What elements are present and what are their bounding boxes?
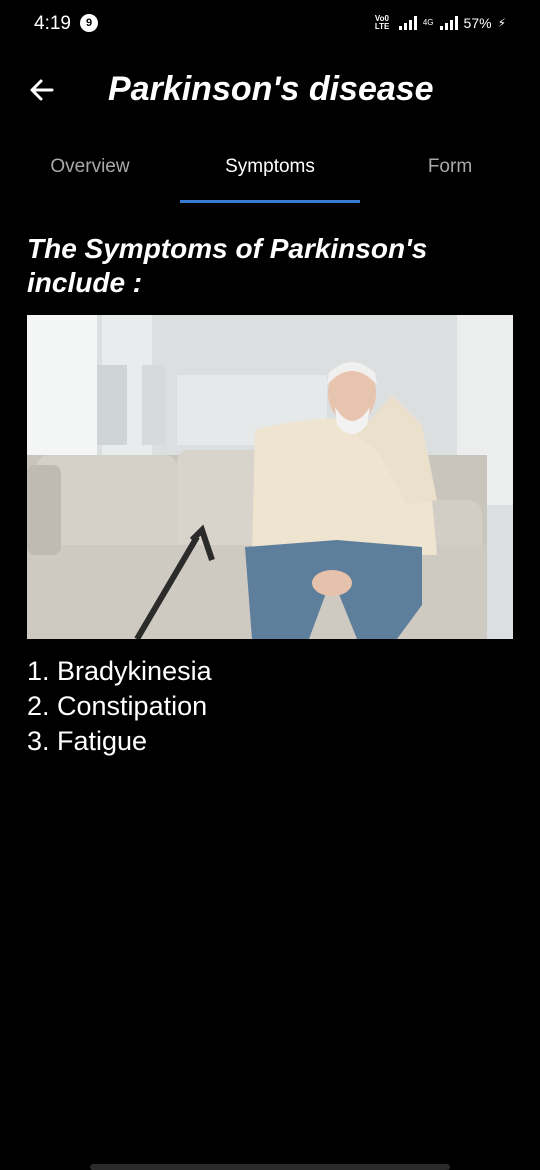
notification-badge: 9: [80, 14, 98, 32]
symptoms-photo: [27, 315, 513, 639]
arrow-left-icon: [30, 79, 54, 101]
tab-form[interactable]: Form: [360, 146, 540, 206]
app-bar: Parkinson's disease: [0, 56, 540, 128]
list-item: 3. Fatigue: [27, 726, 148, 756]
charging-icon: ⚡: [497, 16, 506, 30]
tab-symptoms[interactable]: Symptoms: [180, 146, 360, 206]
status-bar: 4:19 9 Vo0 LTE 4G 57% ⚡: [0, 0, 540, 48]
tab-overview[interactable]: Overview: [0, 146, 180, 206]
section-heading: The Symptoms of Parkinson's include :: [27, 233, 428, 298]
network-type-icon: 4G: [422, 18, 434, 27]
battery-text: 57%: [463, 15, 492, 31]
list-item: 1. Bradykinesia: [27, 656, 212, 686]
symptom-list: 1. Bradykinesia 2. Constipation 3. Fatig…: [27, 654, 212, 759]
gesture-nav-bar[interactable]: [90, 1164, 450, 1170]
signal-icon: [398, 16, 417, 30]
signal-icon-2: [439, 16, 458, 30]
status-time: 4:19: [34, 13, 71, 34]
back-button[interactable]: [22, 70, 62, 110]
status-icons: Vo0 LTE 4G 57% ⚡: [375, 12, 506, 34]
active-tab-indicator: [180, 200, 360, 203]
volte-icon: Vo0 LTE: [374, 14, 390, 31]
page-title: Parkinson's disease: [108, 70, 434, 108]
tab-bar: Overview Symptoms Form: [0, 146, 540, 206]
list-item: 2. Constipation: [27, 691, 208, 721]
